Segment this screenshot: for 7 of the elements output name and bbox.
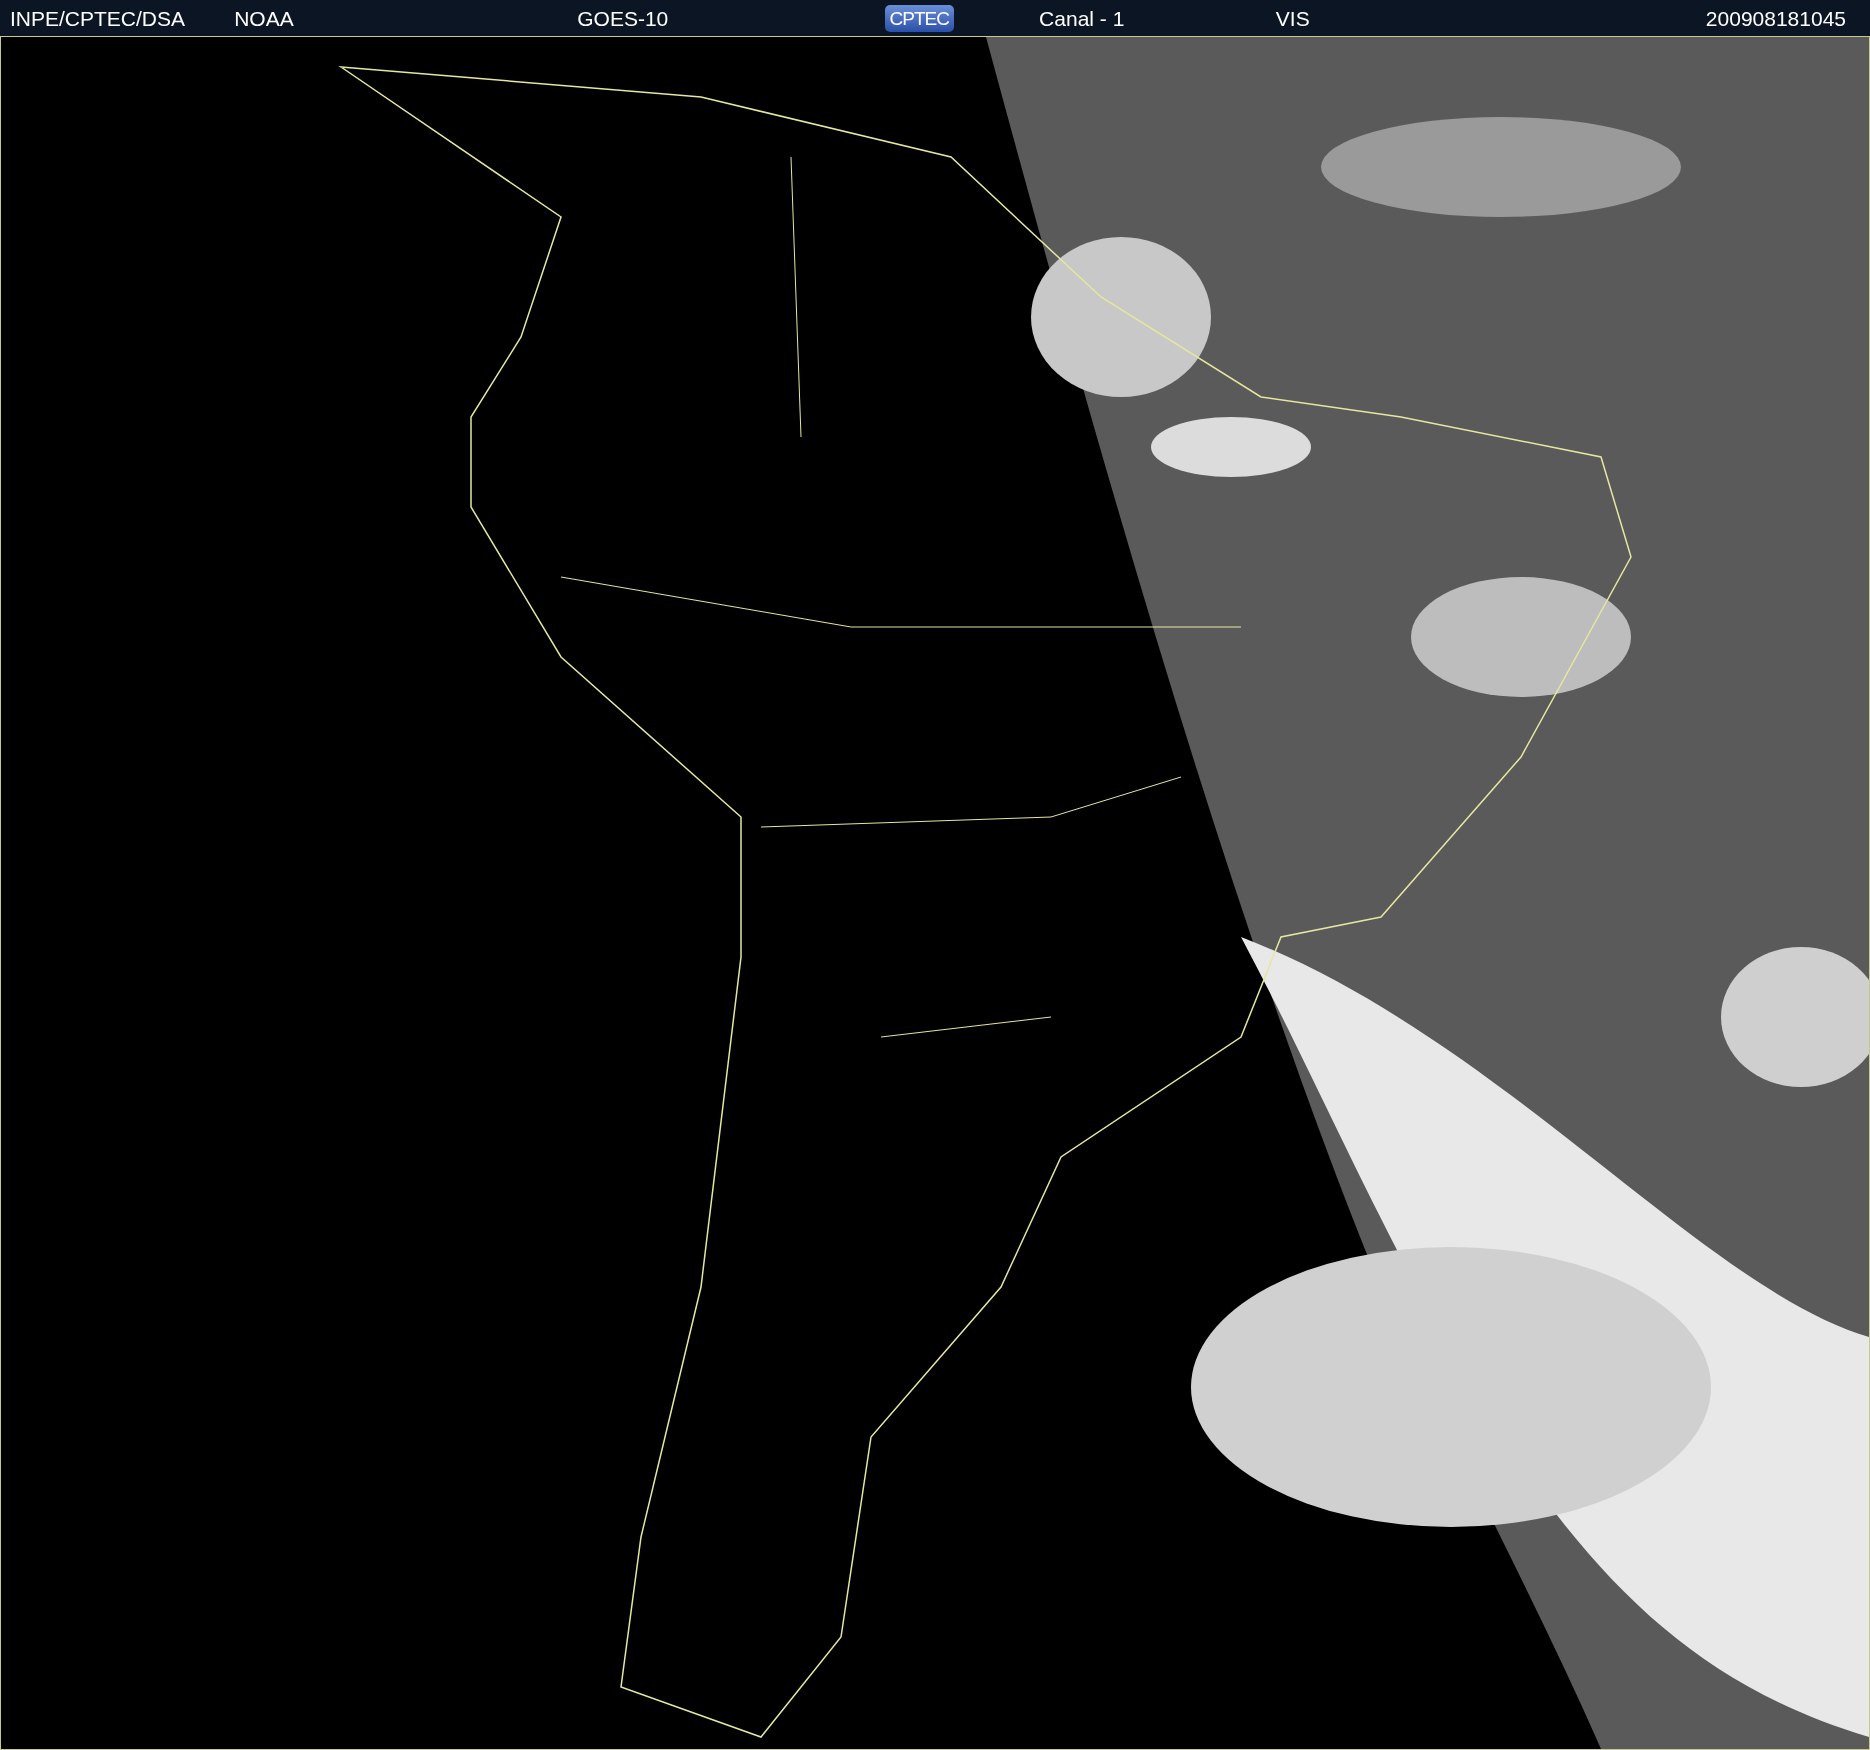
header-label: 200908181045 [1705,6,1846,30]
header-label: VIS [1275,6,1310,30]
header-label: NOAA [234,6,294,30]
logo: CPTEC [884,4,954,32]
header-label: Canal - 1 [1039,6,1125,30]
header-label: INPE/CPTEC/DSA [10,6,186,30]
header-label: GOES-10 [577,6,669,30]
